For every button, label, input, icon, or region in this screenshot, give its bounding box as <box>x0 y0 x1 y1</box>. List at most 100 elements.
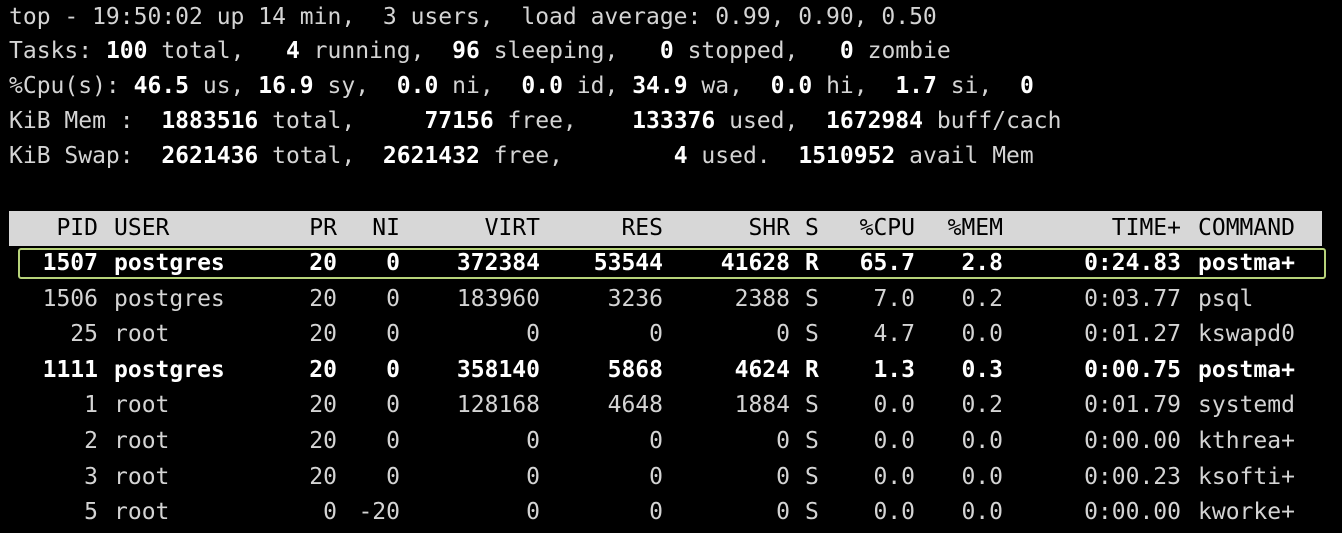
swap-avail-mem-label: avail Mem <box>895 143 1034 169</box>
tasks-sleeping-label: sleeping, <box>479 38 660 64</box>
process-virt: 372384 <box>456 250 540 276</box>
tasks-total: 100 <box>105 38 148 64</box>
process-command: kswapd0 <box>1198 321 1295 348</box>
process-nice: 0 <box>386 463 400 490</box>
process-cpu: 1.3 <box>873 356 915 383</box>
table-row[interactable]: 1111 postgres 20 0 358140 5868 4624 R 1.3 0.3 0:00… <box>9 353 1322 388</box>
column-header-cpu[interactable]: %CPU <box>831 211 915 246</box>
process-time: 0:00.00 <box>1084 499 1181 526</box>
table-row[interactable]: 1507 postgres 20 0 372384 53544 41628 R 65.7 2.8 0… <box>9 246 1322 281</box>
table-row[interactable]: 3 root 20 0 0 0 0 S 0.0 0.0 0:00.23 ksofti+ <box>9 460 1322 495</box>
process-table-header[interactable]: PID USER PR NI VIRT RES SHR S %CPU %MEM … <box>9 211 1322 246</box>
process-nice: 0 <box>386 428 400 454</box>
cpu-label: %Cpu(s): <box>9 73 134 99</box>
process-user: root <box>114 463 170 490</box>
process-pid: 1111 <box>42 356 98 383</box>
process-shr: 0 <box>776 463 790 490</box>
process-priority: 20 <box>309 392 337 419</box>
process-time: 0:03.77 <box>1084 285 1181 312</box>
table-row[interactable]: 1 root 20 0 128168 4648 1884 S 0.0 0.2 0:01.79 syst… <box>9 388 1322 423</box>
terminal-window[interactable]: top - 19:50:02 up 14 min, 3 users, load … <box>0 0 1342 533</box>
process-state: S <box>805 499 819 526</box>
process-time: 0:24.83 <box>1084 250 1181 276</box>
tasks-running: 4 <box>285 38 300 64</box>
swap-used: 4 <box>673 143 688 169</box>
process-shr: 0 <box>776 428 790 454</box>
process-nice: 0 <box>386 321 400 348</box>
table-row[interactable]: 5 root 0 -20 0 0 0 S 0.0 0.0 0:00.00 kworke+ <box>9 495 1322 530</box>
process-cpu: 0.0 <box>873 463 915 490</box>
process-mem: 0.0 <box>961 463 1003 490</box>
process-priority: 20 <box>309 250 337 276</box>
column-header-virt[interactable]: VIRT <box>419 211 540 246</box>
column-header-state[interactable]: S <box>805 211 827 246</box>
column-header-pr[interactable]: PR <box>269 211 337 246</box>
cpu-wa-label: wa, <box>687 73 771 99</box>
process-user: postgres <box>114 250 225 276</box>
process-time: 0:00.00 <box>1084 428 1181 454</box>
table-row[interactable]: 2 root 20 0 0 0 0 S 0.0 0.0 0:00.00 kthrea+ <box>9 424 1322 459</box>
cpu-us-label: us, <box>189 73 259 99</box>
process-nice: 0 <box>386 250 400 276</box>
process-pid: 2 <box>84 428 98 454</box>
swap-used-label: used. <box>687 143 799 169</box>
mem-total-label: total, <box>258 108 425 134</box>
column-header-mem[interactable]: %MEM <box>919 211 1003 246</box>
mem-free: 77156 <box>424 108 494 134</box>
process-pid: 1 <box>84 392 98 419</box>
process-priority: 0 <box>323 499 337 526</box>
cpu-si-label: si, <box>936 73 1020 99</box>
process-state: S <box>805 428 819 454</box>
process-nice: 0 <box>386 392 400 419</box>
mem-label: KiB Mem : <box>9 108 162 134</box>
tasks-sleeping: 96 <box>452 38 480 64</box>
process-user: postgres <box>114 285 225 312</box>
process-res: 5868 <box>607 356 663 383</box>
process-shr: 4624 <box>734 356 790 383</box>
summary-swap-line: KiB Swap: 2621436 total, 2621432 free, 4… <box>9 139 1034 173</box>
process-shr: 1884 <box>734 392 790 419</box>
process-pid: 25 <box>70 321 98 348</box>
column-header-pid[interactable]: PID <box>9 211 98 246</box>
table-row[interactable]: 25 root 20 0 0 0 0 S 4.7 0.0 0:01.27 kswapd0 <box>9 317 1322 352</box>
tasks-stopped-label: stopped, <box>673 38 840 64</box>
tasks-stopped: 0 <box>659 38 674 64</box>
process-user: root <box>114 321 170 348</box>
swap-free-label: free, <box>479 143 674 169</box>
column-header-time[interactable]: TIME+ <box>1019 211 1181 246</box>
table-row[interactable]: 1506 postgres 20 0 183960 3236 2388 S 7.0 0.2 0:03… <box>9 282 1322 317</box>
column-header-ni[interactable]: NI <box>341 211 400 246</box>
process-state: S <box>805 392 819 419</box>
process-priority: 20 <box>309 428 337 454</box>
cpu-st: 0 <box>1019 73 1034 99</box>
process-pid: 1506 <box>42 285 98 312</box>
column-header-command[interactable]: COMMAND <box>1198 211 1328 246</box>
summary-uptime-line: top - 19:50:02 up 14 min, 3 users, load … <box>9 4 937 30</box>
process-shr: 0 <box>776 321 790 348</box>
process-shr: 2388 <box>734 285 790 312</box>
process-command: systemd <box>1198 392 1295 419</box>
cpu-us: 46.5 <box>133 73 190 99</box>
mem-buff-cache-label: buff/cach <box>922 108 1062 134</box>
swap-label: KiB Swap: <box>9 143 162 169</box>
summary-cpu-line: %Cpu(s): 46.5 us, 16.9 sy, 0.0 ni, 0.0 i… <box>9 69 1034 103</box>
mem-total: 1883516 <box>161 108 259 134</box>
process-res: 0 <box>649 428 663 454</box>
cpu-ni: 0.0 <box>396 73 439 99</box>
column-header-user[interactable]: USER <box>114 211 284 246</box>
process-cpu: 4.7 <box>873 321 915 348</box>
column-header-res[interactable]: RES <box>554 211 663 246</box>
process-user: root <box>114 392 170 419</box>
column-header-shr[interactable]: SHR <box>677 211 790 246</box>
process-nice: 0 <box>386 356 400 383</box>
cpu-ni-label: ni, <box>438 73 522 99</box>
process-res: 4648 <box>607 392 663 419</box>
process-command: ksofti+ <box>1198 463 1295 490</box>
cpu-hi: 0.0 <box>770 73 813 99</box>
process-nice: -20 <box>358 499 400 526</box>
tasks-total-label: total, <box>147 38 286 64</box>
cpu-wa: 34.9 <box>632 73 688 99</box>
summary-mem-line: KiB Mem : 1883516 total, 77156 free, 133… <box>9 104 1061 138</box>
process-time: 0:01.79 <box>1084 392 1181 419</box>
process-command: postma+ <box>1198 250 1295 276</box>
